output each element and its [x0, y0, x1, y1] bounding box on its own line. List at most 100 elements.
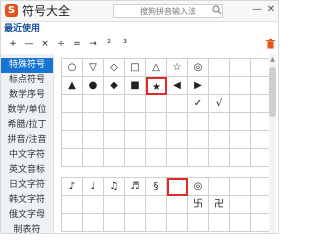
- symbol-cell[interactable]: [125, 113, 146, 131]
- symbol-cell[interactable]: ▽: [83, 59, 104, 77]
- symbol-cell[interactable]: ◎: [188, 59, 209, 77]
- symbol-cell[interactable]: [230, 149, 251, 167]
- recent-symbol[interactable]: ÷: [53, 37, 69, 51]
- symbol-cell[interactable]: [125, 95, 146, 113]
- symbol-cell[interactable]: [62, 113, 83, 131]
- symbol-cell[interactable]: ◇: [104, 59, 125, 77]
- recent-symbol[interactable]: ³: [117, 37, 133, 51]
- symbol-cell[interactable]: [104, 113, 125, 131]
- symbol-cell[interactable]: [146, 113, 167, 131]
- symbol-cell[interactable]: [146, 149, 167, 167]
- sidebar-item[interactable]: 制表符: [1, 223, 53, 233]
- sidebar-item[interactable]: 中文字符: [1, 148, 53, 163]
- symbol-cell[interactable]: [104, 131, 125, 149]
- symbol-cell[interactable]: [125, 131, 146, 149]
- symbol-cell[interactable]: [209, 59, 230, 77]
- symbol-cell[interactable]: [62, 196, 83, 214]
- sidebar-item[interactable]: 英文音标: [1, 163, 53, 178]
- symbol-cell[interactable]: [188, 113, 209, 131]
- symbol-cell[interactable]: ♩: [83, 178, 104, 196]
- recent-symbol[interactable]: +: [5, 37, 21, 51]
- symbol-cell[interactable]: ◀: [167, 77, 188, 95]
- symbol-cell[interactable]: [83, 113, 104, 131]
- symbol-cell[interactable]: [146, 214, 167, 232]
- sidebar-item[interactable]: 拼音/注音: [1, 133, 53, 148]
- symbol-cell[interactable]: [125, 214, 146, 232]
- symbol-cell[interactable]: [104, 149, 125, 167]
- symbol-cell[interactable]: [188, 149, 209, 167]
- scrollbar-thumb[interactable]: [269, 67, 276, 117]
- symbol-cell[interactable]: §: [146, 178, 167, 196]
- symbol-cell[interactable]: [167, 196, 188, 214]
- recent-symbol[interactable]: ×: [37, 37, 53, 51]
- symbol-cell[interactable]: [167, 214, 188, 232]
- symbol-cell[interactable]: [83, 149, 104, 167]
- symbol-cell[interactable]: [83, 95, 104, 113]
- symbol-cell[interactable]: 卐: [188, 196, 209, 214]
- symbol-cell[interactable]: [188, 131, 209, 149]
- symbol-cell[interactable]: [167, 131, 188, 149]
- symbol-cell[interactable]: [83, 131, 104, 149]
- symbol-cell[interactable]: [125, 149, 146, 167]
- symbol-cell-selected[interactable]: [167, 178, 188, 196]
- symbol-cell[interactable]: [230, 214, 251, 232]
- symbol-cell[interactable]: [83, 196, 104, 214]
- symbol-cell[interactable]: [62, 214, 83, 232]
- sidebar-item[interactable]: 数学序号: [1, 88, 53, 103]
- symbol-cell[interactable]: [62, 131, 83, 149]
- symbol-cell[interactable]: [62, 95, 83, 113]
- symbol-cell[interactable]: ▶: [188, 77, 209, 95]
- symbol-cell[interactable]: √: [209, 95, 230, 113]
- sidebar-item[interactable]: 日文字符: [1, 178, 53, 193]
- sidebar-item[interactable]: 特殊符号: [1, 58, 53, 73]
- symbol-cell[interactable]: [146, 196, 167, 214]
- symbol-cell[interactable]: [230, 77, 251, 95]
- symbol-cell[interactable]: [230, 95, 251, 113]
- symbol-cell-selected[interactable]: ★: [146, 77, 167, 95]
- symbol-cell[interactable]: [167, 149, 188, 167]
- symbol-cell[interactable]: [104, 95, 125, 113]
- symbol-cell[interactable]: ◎: [188, 178, 209, 196]
- minimize-button[interactable]: —: [251, 4, 263, 16]
- symbol-cell[interactable]: [209, 77, 230, 95]
- symbol-cell[interactable]: ♫: [104, 178, 125, 196]
- symbol-cell[interactable]: △: [146, 59, 167, 77]
- symbol-cell[interactable]: ☆: [167, 59, 188, 77]
- symbol-cell[interactable]: [167, 113, 188, 131]
- symbol-cell[interactable]: [62, 149, 83, 167]
- symbol-cell[interactable]: 卍: [209, 196, 230, 214]
- scroll-up-arrow[interactable]: ▲: [269, 56, 276, 64]
- sidebar-item[interactable]: 希腊/拉丁: [1, 118, 53, 133]
- trash-icon[interactable]: [266, 39, 275, 49]
- symbol-cell[interactable]: □: [125, 59, 146, 77]
- symbol-cell[interactable]: [209, 149, 230, 167]
- sidebar-item[interactable]: 韩文字符: [1, 193, 53, 208]
- search-icon[interactable]: [212, 5, 222, 15]
- symbol-cell[interactable]: [230, 113, 251, 131]
- symbol-cell[interactable]: [146, 131, 167, 149]
- symbol-cell[interactable]: [209, 178, 230, 196]
- symbol-cell[interactable]: [230, 131, 251, 149]
- symbol-cell[interactable]: ◆: [104, 77, 125, 95]
- symbol-cell[interactable]: [146, 95, 167, 113]
- symbol-cell[interactable]: ■: [125, 77, 146, 95]
- search-input[interactable]: [113, 4, 223, 18]
- symbol-cell[interactable]: [209, 131, 230, 149]
- recent-symbol[interactable]: —: [21, 37, 37, 51]
- symbol-cell[interactable]: ♬: [125, 178, 146, 196]
- symbol-cell[interactable]: ✓: [188, 95, 209, 113]
- symbol-cell[interactable]: [104, 196, 125, 214]
- symbol-cell[interactable]: ●: [83, 77, 104, 95]
- symbol-cell[interactable]: [230, 178, 251, 196]
- sidebar-item[interactable]: 标点符号: [1, 73, 53, 88]
- symbol-cell[interactable]: [209, 214, 230, 232]
- symbol-cell[interactable]: [167, 95, 188, 113]
- symbol-cell[interactable]: ♪: [62, 178, 83, 196]
- symbol-cell[interactable]: ▲: [62, 77, 83, 95]
- symbol-cell[interactable]: [83, 214, 104, 232]
- close-button[interactable]: ✕: [265, 4, 277, 16]
- symbol-cell[interactable]: [209, 113, 230, 131]
- symbol-cell[interactable]: [125, 196, 146, 214]
- recent-symbol[interactable]: =: [69, 37, 85, 51]
- symbol-cell[interactable]: [188, 214, 209, 232]
